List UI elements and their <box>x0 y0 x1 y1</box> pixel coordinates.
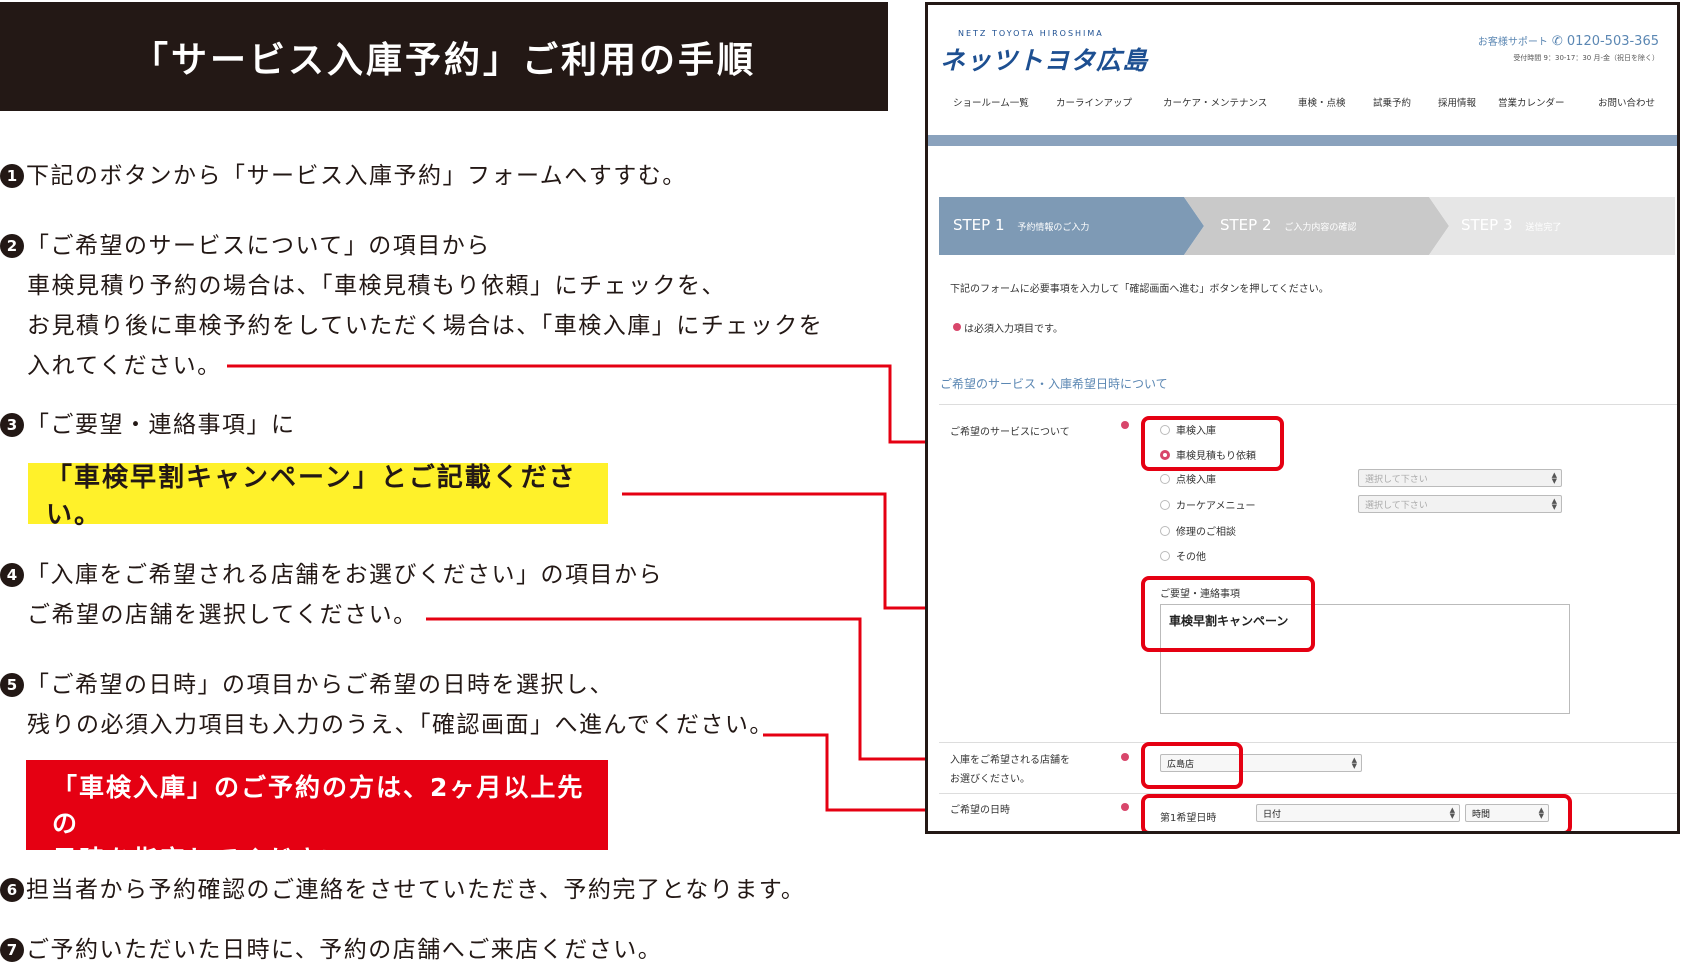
required-marker-icon <box>1121 803 1129 811</box>
nav-item-lineup[interactable]: カーラインアップ <box>1056 95 1132 109</box>
brand-en: NETZ TOYOTA HIROSHIMA <box>958 29 1104 38</box>
nav-item-testdrive[interactable]: 試乗予約 <box>1373 95 1411 109</box>
select-placeholder: 選択して下さい <box>1365 475 1428 485</box>
annotation-request <box>1141 576 1315 652</box>
tenken-select[interactable]: 選択して下さい ▲ ▼ <box>1358 469 1562 487</box>
radio-icon <box>1160 474 1170 484</box>
store-label: 入庫をご希望される店舗を <box>950 755 1070 766</box>
form-step-1: STEP 1 予約情報のご入力 <box>953 216 1089 234</box>
required-marker-icon <box>953 323 961 331</box>
nav-underline-bar <box>928 135 1677 146</box>
annotation-date <box>1141 794 1572 831</box>
section-title: ご希望のサービス・入庫希望日時について <box>940 377 1168 391</box>
nav-item-inspection[interactable]: 車検・点検 <box>1298 95 1346 109</box>
select-arrow-icon: ▲ ▼ <box>1551 497 1557 511</box>
radio-tenken[interactable]: 点検入庫 <box>1160 471 1216 486</box>
phone-icon: ✆ <box>1551 34 1563 49</box>
radio-repair[interactable]: 修理のご相談 <box>1160 523 1236 538</box>
radio-label: 修理のご相談 <box>1176 527 1236 538</box>
brand-logo[interactable]: ネッツトヨタ広島 <box>940 41 1148 77</box>
form-intro: 下記のフォームに必要事項を入力して「確認画面へ進む」ボタンを押してください。 <box>950 284 1329 295</box>
store-label-2: お選びください。 <box>950 774 1030 785</box>
nav-item-contact[interactable]: お問い合わせ <box>1598 95 1655 109</box>
radio-label: カーケアメニュー <box>1176 501 1256 512</box>
support-hours: 受付時間 9：30-17：30 月-金（祝日を除く） <box>1513 54 1659 62</box>
support-phone[interactable]: お客様サポート ✆ 0120-503-365 <box>1478 33 1659 49</box>
nav-item-calendar[interactable]: 営業カレンダー <box>1498 95 1565 109</box>
required-marker-icon <box>1121 753 1129 761</box>
carcare-select[interactable]: 選択して下さい ▲ ▼ <box>1358 495 1562 513</box>
step-sub: 送信完了 <box>1525 223 1562 233</box>
step-label: STEP 3 <box>1461 216 1513 234</box>
step-label: STEP 2 <box>1220 216 1272 234</box>
required-marker-icon <box>1121 421 1129 429</box>
radio-label: その他 <box>1176 552 1206 563</box>
radio-label: 点検入庫 <box>1176 475 1216 486</box>
radio-carcare[interactable]: カーケアメニュー <box>1160 497 1256 512</box>
date-label: ご希望の日時 <box>950 805 1010 816</box>
step-label: STEP 1 <box>953 216 1005 234</box>
nav-item-showroom[interactable]: ショールーム一覧 <box>953 95 1029 109</box>
radio-icon <box>1160 526 1170 536</box>
nav-item-carcare[interactable]: カーケア・メンテナンス <box>1163 95 1267 109</box>
support-label: お客様サポート <box>1477 37 1548 48</box>
select-arrow-icon: ▲ ▼ <box>1551 471 1557 485</box>
radio-other[interactable]: その他 <box>1160 548 1206 563</box>
form-step-2: STEP 2 ご入力内容の確認 <box>1220 216 1356 234</box>
divider <box>939 404 1677 405</box>
annotation-service <box>1141 416 1284 471</box>
form-step-3: STEP 3 送信完了 <box>1461 216 1561 234</box>
step-sub: ご入力内容の確認 <box>1284 223 1357 233</box>
service-label: ご希望のサービスについて <box>950 427 1070 438</box>
radio-icon <box>1160 500 1170 510</box>
nav-item-recruit[interactable]: 採用情報 <box>1438 95 1476 109</box>
select-arrow-icon: ▲ ▼ <box>1351 756 1357 770</box>
phone-number: 0120-503-365 <box>1566 34 1659 49</box>
radio-icon <box>1160 551 1170 561</box>
website-screenshot: NETZ TOYOTA HIROSHIMA ネッツトヨタ広島 お客様サポート ✆ … <box>925 2 1680 834</box>
required-note: は必須入力項目です。 <box>964 324 1063 335</box>
divider <box>939 742 1677 743</box>
step-sub: 予約情報のご入力 <box>1017 223 1090 233</box>
annotation-store <box>1141 742 1243 789</box>
select-placeholder: 選択して下さい <box>1365 501 1428 511</box>
